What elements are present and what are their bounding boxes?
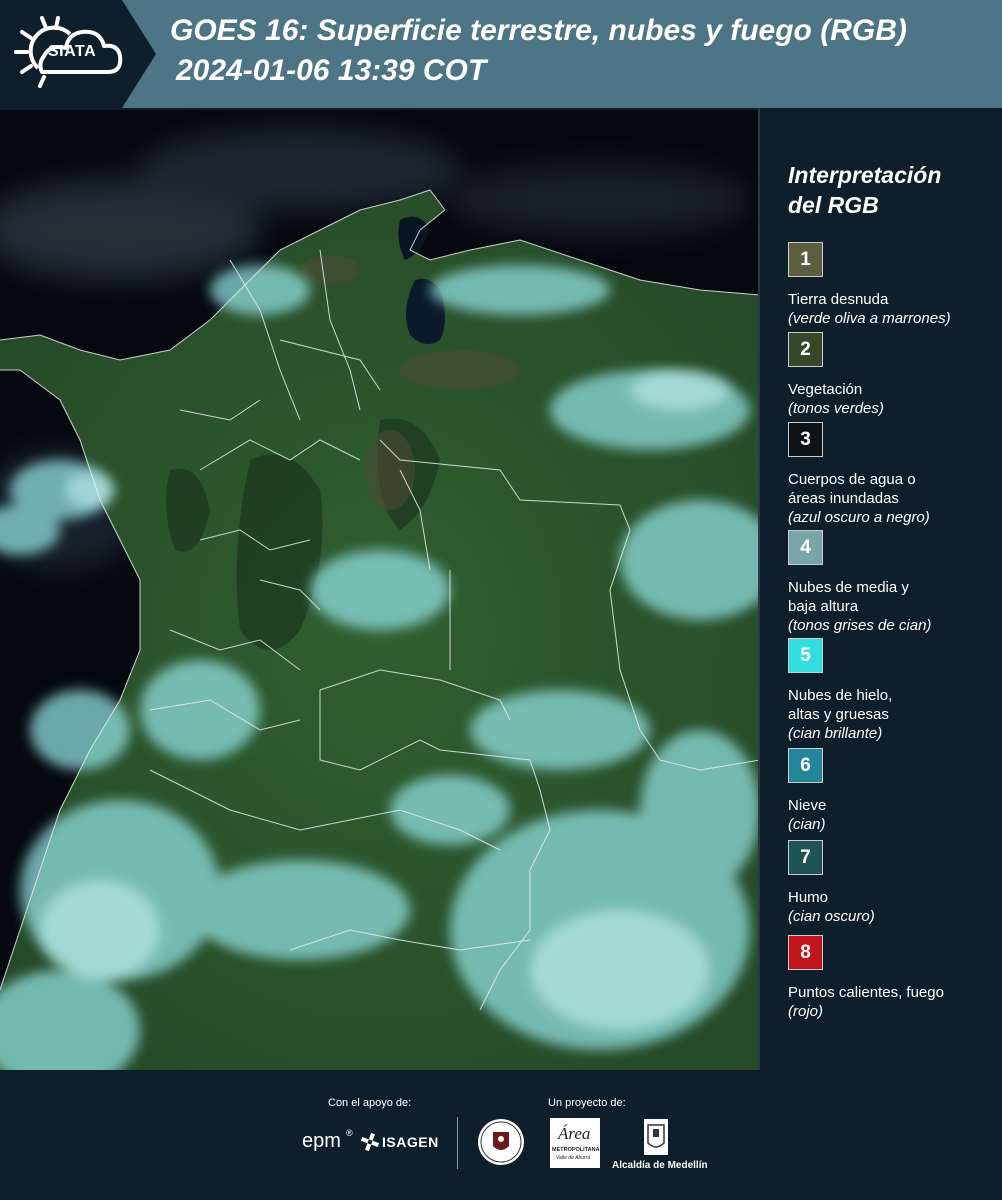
isagen-icon <box>360 1132 380 1152</box>
medellin-logo[interactable]: Alcaldía de Medellín <box>612 1160 708 1171</box>
university-seal-icon[interactable] <box>477 1118 525 1166</box>
satellite-map[interactable] <box>0 110 760 1070</box>
legend-swatch: 7 <box>788 840 823 875</box>
legend-sublabel: (rojo) <box>788 1003 824 1020</box>
project-label: Un proyecto de: <box>548 1097 626 1109</box>
legend: Interpretación del RGB 1 Tierra desnuda (v… <box>788 160 988 1025</box>
map-image <box>0 110 760 1070</box>
legend-label-block: Vegetación (tonos verdes) <box>788 380 988 418</box>
legend-label: Cuerpos de agua o áreas inundadas <box>788 471 916 507</box>
legend-title: Interpretación del RGB <box>788 160 988 220</box>
legend-sublabel: (tonos grises de cian) <box>788 617 932 634</box>
legend-items: 1 Tierra desnuda (verde oliva a marrones) 2… <box>788 242 988 1025</box>
legend-item: 8 Puntos calientes, fuego (rojo) <box>788 935 988 1025</box>
legend-title-line2: del RGB <box>788 192 879 218</box>
legend-item: 5 Nubes de hielo, altas y gruesas (cian br… <box>788 638 988 748</box>
legend-label: Tierra desnuda <box>788 291 889 308</box>
area-region: Valle de Aburrá <box>556 1155 591 1161</box>
legend-sublabel: (cian brillante) <box>788 725 883 742</box>
legend-swatch: 6 <box>788 748 823 783</box>
legend-label: Humo <box>788 889 829 906</box>
legend-label-block: Nubes de hielo, altas y gruesas (cian bri… <box>788 686 918 743</box>
legend-label: Vegetación <box>788 381 863 398</box>
legend-sublabel: (azul oscuro a negro) <box>788 509 930 526</box>
legend-label-block: Tierra desnuda (verde oliva a marrones) <box>788 290 988 328</box>
legend-swatch: 3 <box>788 422 823 457</box>
legend-label: Nubes de hielo, altas y gruesas <box>788 687 893 723</box>
header: SIATA GOES 16: Superficie terrestre, nub… <box>0 0 1002 108</box>
legend-title-line1: Interpretación <box>788 162 942 188</box>
isagen-logo[interactable]: ISAGEN <box>382 1134 439 1150</box>
footer-divider <box>457 1117 458 1169</box>
epm-logo[interactable]: epm <box>302 1130 341 1153</box>
legend-label-block: Puntos calientes, fuego (rojo) <box>788 983 988 1021</box>
legend-item: 4 Nubes de media y baja altura (tonos gris… <box>788 530 988 638</box>
legend-label-block: Nieve (cian) <box>788 796 988 834</box>
footer: Con el apoyo de: Un proyecto de: epm ® I… <box>0 1070 1002 1200</box>
legend-label: Puntos calientes, fuego <box>788 984 944 1001</box>
legend-sublabel: (cian oscuro) <box>788 908 875 925</box>
support-label: Con el apoyo de: <box>328 1097 412 1109</box>
legend-sublabel: (cian) <box>788 816 826 833</box>
legend-item: 7 Humo (cian oscuro) <box>788 840 988 935</box>
area-subtitle: METROPOLITANA <box>552 1147 600 1153</box>
map-divider <box>758 108 760 1070</box>
legend-label-block: Cuerpos de agua o áreas inundadas (azul o… <box>788 470 948 527</box>
legend-item: 1 Tierra desnuda (verde oliva a marrones) <box>788 242 988 332</box>
legend-swatch: 4 <box>788 530 823 565</box>
legend-sublabel: (verde oliva a marrones) <box>788 310 951 327</box>
legend-item: 3 Cuerpos de agua o áreas inundadas (azul … <box>788 422 988 530</box>
logo-text: SIATA <box>48 43 97 60</box>
legend-item: 2 Vegetación (tonos verdes) <box>788 332 988 422</box>
page-timestamp: 2024-01-06 13:39 COT <box>176 54 487 87</box>
legend-label: Nieve <box>788 797 827 814</box>
legend-swatch: 5 <box>788 638 823 673</box>
area-metropolitana-logo[interactable]: Área METROPOLITANA Valle de Aburrá <box>550 1118 600 1168</box>
siata-logo[interactable]: SIATA <box>0 0 140 108</box>
legend-item: 6 Nieve (cian) <box>788 748 988 840</box>
legend-swatch: 1 <box>788 242 823 277</box>
area-title: Área <box>558 1124 591 1143</box>
legend-label-block: Humo (cian oscuro) <box>788 888 988 926</box>
legend-swatch: 8 <box>788 935 823 970</box>
registered-icon: ® <box>346 1128 353 1138</box>
legend-swatch: 2 <box>788 332 823 367</box>
page-title: GOES 16: Superficie terrestre, nubes y f… <box>170 14 907 47</box>
legend-sublabel: (tonos verdes) <box>788 400 884 417</box>
legend-label-block: Nubes de media y baja altura (tonos grise… <box>788 578 938 635</box>
medellin-coat-of-arms-icon <box>644 1119 668 1155</box>
legend-label: Nubes de media y baja altura <box>788 579 909 615</box>
